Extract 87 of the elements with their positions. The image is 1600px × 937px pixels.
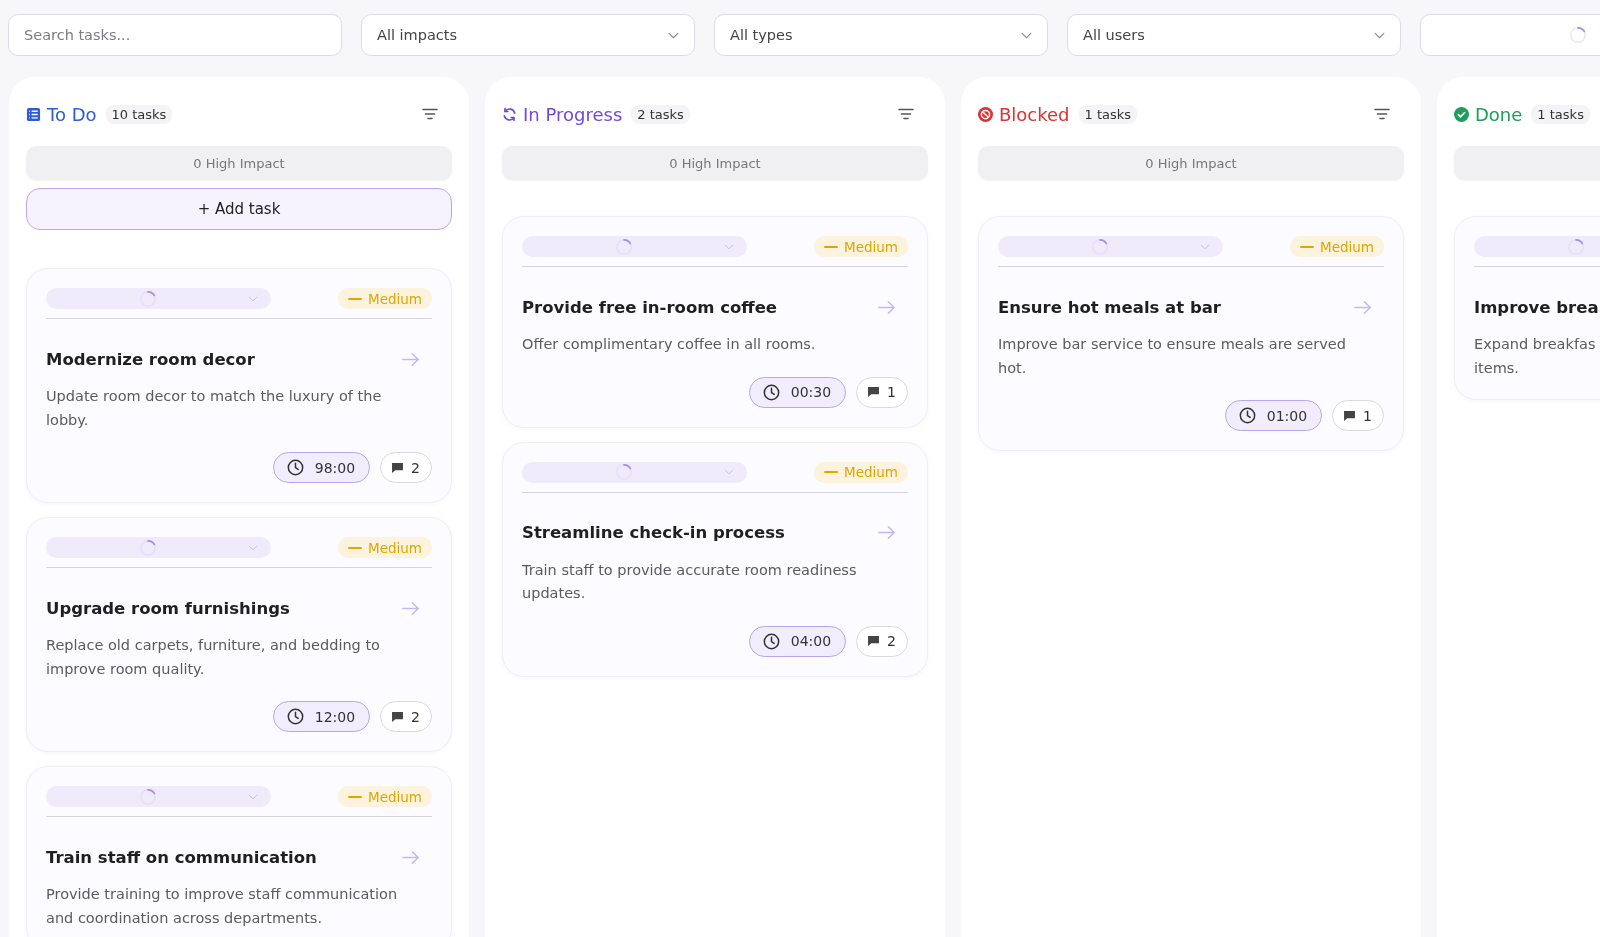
task-description: Improve bar service to ensure meals are served hot. (998, 335, 1347, 378)
chevron-down-icon (248, 544, 258, 551)
filter-dropdown[interactable]: All impacts (361, 14, 695, 56)
priority-label: Medium (844, 464, 898, 480)
task-card[interactable]: Medium Streamline check-in process Train staff to provide accurate room readiness updates. 04:00 2 (502, 441, 928, 677)
comments-button[interactable]: 1 (856, 376, 908, 408)
chevron-down-icon (1200, 243, 1210, 250)
task-count: 10 tasks (105, 104, 173, 124)
arrow-right-icon[interactable] (878, 299, 896, 315)
comments-button[interactable]: 2 (380, 701, 432, 732)
filter-icon[interactable] (422, 108, 438, 120)
chevron-down-icon (668, 31, 679, 39)
arrow-right-icon[interactable] (1354, 299, 1372, 315)
task-description: Train staff to provide accurate room readiness updates. (522, 560, 858, 603)
task-title: Improve brea (1474, 297, 1599, 317)
comment-icon (392, 711, 404, 722)
task-card[interactable]: Medium Provide free in-room coffee Offer complimentary coffee in all rooms. 00:30 1 (502, 216, 928, 428)
column-title: To Do (47, 103, 97, 125)
task-count: 1 tasks (1078, 104, 1138, 124)
comment-icon (868, 636, 880, 646)
priority-label: Medium (368, 539, 422, 556)
column-title: Done (1475, 103, 1523, 125)
arrow-right-icon[interactable] (402, 351, 420, 367)
comment-icon (392, 462, 404, 473)
time-estimate-button[interactable]: 04:00 (748, 625, 847, 657)
task-description: Update room decor to match the luxury of the lobby. (46, 387, 383, 430)
column-title: In Progress (523, 103, 623, 125)
task-description: Expand breakfas items. (1474, 335, 1597, 378)
task-card[interactable]: Medium Train staff on communication Provide training to improve staff communication and coordination across departments. (26, 766, 452, 937)
status-select[interactable] (522, 236, 747, 257)
add-task-button[interactable]: + Add task (26, 188, 452, 230)
priority-label: Medium (844, 238, 898, 255)
task-title: Ensure hot meals at bar (998, 297, 1221, 317)
task-description: Offer complimentary coffee in all rooms. (522, 335, 817, 354)
clock-icon (286, 459, 304, 476)
task-card[interactable]: Improve brea Expand breakfas items. (1454, 216, 1600, 400)
high-impact-summary: 0 High Impact (502, 146, 928, 180)
high-impact-summary: 0 High Impact (26, 146, 452, 180)
filter-dropdown[interactable]: All users (1067, 14, 1401, 56)
comments-button[interactable]: 1 (1332, 400, 1384, 431)
arrow-right-icon[interactable] (402, 600, 420, 616)
clock-icon (1238, 407, 1256, 424)
task-title: Provide free in-room coffee (522, 297, 778, 317)
task-card[interactable]: Medium Upgrade room furnishings Replace old carpets, furniture, and bedding to improve room quality. 12:00 2 (26, 517, 452, 752)
search-field[interactable]: Search tasks... (8, 14, 342, 56)
arrow-right-icon[interactable] (878, 525, 896, 540)
comments-button[interactable]: 2 (380, 452, 432, 483)
comment-icon (868, 387, 880, 397)
task-card[interactable]: Medium Ensure hot meals at bar Improve bar service to ensure meals are served hot. 01:00 1 (978, 216, 1404, 451)
high-impact-summary: 0 High Impact (978, 146, 1404, 180)
filter-dropdown[interactable]: All types (714, 14, 1048, 56)
column-title: Blocked (999, 103, 1070, 125)
priority-label: Medium (368, 788, 422, 805)
priority-label: Medium (1320, 238, 1374, 255)
chevron-down-icon (248, 295, 258, 302)
chevron-down-icon (724, 243, 734, 250)
task-title: Streamline check-in process (522, 523, 785, 542)
time-estimate-button[interactable]: 12:00 (272, 701, 371, 732)
chevron-down-icon (1021, 31, 1032, 39)
status-select[interactable] (46, 288, 271, 309)
task-description: Provide training to improve staff communication and coordination across departments. (46, 885, 399, 928)
task-title: Modernize room decor (46, 349, 255, 369)
arrow-right-icon[interactable] (402, 849, 420, 865)
status-select[interactable] (46, 537, 271, 558)
time-estimate-button[interactable]: 00:30 (748, 376, 847, 408)
time-estimate-button[interactable]: 98:00 (272, 452, 371, 483)
task-card[interactable]: Medium Modernize room decor Update room decor to match the luxury of the lobby. 98:00 2 (26, 268, 452, 503)
comment-icon (1344, 410, 1356, 421)
chevron-down-icon (1374, 31, 1385, 39)
filter-icon[interactable] (898, 108, 914, 120)
comments-button[interactable]: 2 (856, 625, 908, 657)
chevron-down-icon (248, 793, 258, 800)
filter-icon[interactable] (1374, 108, 1390, 120)
chevron-down-icon (724, 469, 734, 475)
status-select[interactable] (522, 461, 747, 483)
status-select[interactable] (998, 236, 1223, 257)
status-select[interactable] (46, 786, 271, 807)
clock-icon (762, 632, 780, 650)
task-count: 1 tasks (1531, 104, 1590, 124)
clock-icon (286, 708, 304, 725)
task-description: Replace old carpets, furniture, and bedding to improve room quality. (46, 636, 381, 679)
task-title: Upgrade room furnishings (46, 598, 290, 618)
task-count: 2 tasks (631, 104, 690, 124)
time-estimate-button[interactable]: 01:00 (1224, 400, 1323, 431)
task-title: Train staff on communication (46, 847, 317, 867)
clock-icon (762, 383, 780, 401)
priority-label: Medium (368, 290, 422, 307)
